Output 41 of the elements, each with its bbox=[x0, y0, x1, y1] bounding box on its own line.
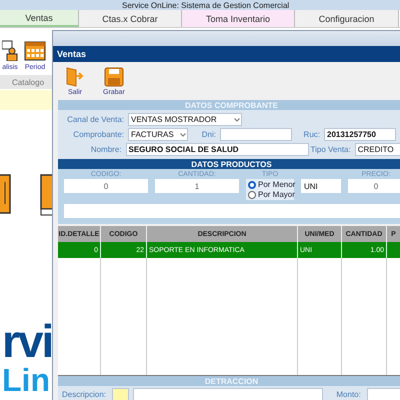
input-field[interactable] bbox=[366, 388, 400, 400]
document-icon[interactable] bbox=[0, 174, 12, 214]
field-label: Nombre: bbox=[90, 145, 122, 154]
window-title: Service OnLine: Sistema de Gestion Comercial bbox=[0, 0, 400, 10]
menu-tab[interactable]: Ctas.x Cobrar bbox=[79, 10, 182, 27]
field-label: Tipo Venta: bbox=[310, 145, 352, 154]
input-field[interactable]: CREDITO bbox=[354, 143, 400, 156]
menu-tab[interactable]: Toma Inventario bbox=[182, 10, 295, 27]
section-header: DATOS COMPROBANTE bbox=[58, 100, 400, 110]
menu-tab[interactable]: Configuracion bbox=[295, 10, 399, 27]
input-field[interactable] bbox=[112, 388, 130, 400]
input-field[interactable]: 0 bbox=[64, 179, 148, 193]
chevron-down-icon bbox=[234, 118, 240, 122]
input-field[interactable]: SEGURO SOCIAL DE SALUD bbox=[126, 143, 309, 156]
field-label: Comprobante: bbox=[72, 130, 125, 139]
input-field[interactable] bbox=[64, 204, 400, 218]
calendar-icon[interactable] bbox=[24, 39, 46, 61]
field-label: Monto: bbox=[335, 390, 362, 399]
catalog-label: Catalogo bbox=[12, 78, 44, 86]
logo-text: rvi bbox=[2, 318, 52, 364]
menu-tab[interactable]: Ventas bbox=[0, 10, 79, 27]
dialog-title: Ventas bbox=[53, 46, 400, 62]
input-field[interactable] bbox=[133, 388, 323, 400]
input-field[interactable]: 20131257750 bbox=[324, 128, 396, 141]
channel-select[interactable]: VENTAS MOSTRADOR bbox=[128, 113, 242, 126]
section-header: DATOS PRODUCTOS bbox=[58, 159, 400, 169]
voucher-select[interactable]: FACTURAS bbox=[128, 128, 188, 141]
section-header: DETRACCION bbox=[58, 376, 400, 386]
field-label: Descripcion: bbox=[62, 390, 108, 399]
input-field[interactable]: 1 bbox=[155, 179, 239, 193]
input-field[interactable]: 0 bbox=[348, 179, 400, 193]
table-cell bbox=[387, 242, 400, 258]
exit-door-icon[interactable] bbox=[65, 66, 85, 86]
input-field[interactable]: UNI bbox=[301, 179, 341, 193]
chevron-down-icon bbox=[180, 132, 186, 136]
input-field[interactable] bbox=[220, 128, 292, 141]
people-chart-icon[interactable] bbox=[2, 39, 18, 61]
field-label: Canal de Venta: bbox=[66, 115, 125, 124]
field-label: Dni: bbox=[200, 130, 217, 139]
field-label: Ruc: bbox=[302, 130, 321, 139]
logo-text: Lin bbox=[2, 364, 51, 396]
